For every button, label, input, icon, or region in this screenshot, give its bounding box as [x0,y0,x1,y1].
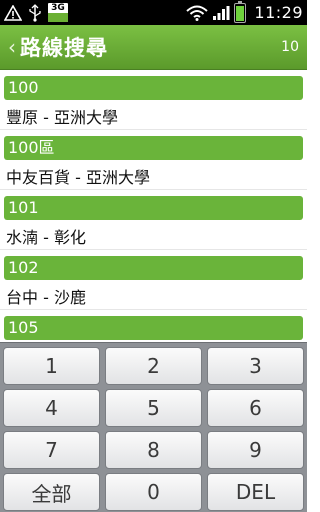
route-description: 台中 - 沙鹿 [6,288,86,307]
key-4[interactable]: 4 [3,389,100,427]
route-description: 水湳 - 彰化 [6,228,86,247]
warning-icon [4,3,22,23]
back-chevron-icon[interactable]: ‹ [8,35,16,59]
key-6[interactable]: 6 [207,389,304,427]
route-count: 10 [281,39,299,55]
numeric-keypad: 1 2 3 4 5 6 7 8 9 全部 0 DEL [0,342,307,512]
key-7[interactable]: 7 [3,431,100,469]
signal-icon [212,3,230,23]
delete-button[interactable]: DEL [207,473,304,511]
3g-icon: 3G [48,3,68,23]
route-description: 中友百貨 - 亞洲大學 [6,168,150,187]
route-number: 105 [4,316,303,340]
usb-icon [28,3,42,23]
wifi-icon [186,3,209,23]
list-item[interactable]: 100 豐原 - 亞洲大學 [0,70,307,130]
key-5[interactable]: 5 [105,389,202,427]
key-9[interactable]: 9 [207,431,304,469]
key-2[interactable]: 2 [105,347,202,385]
list-item[interactable]: 102 台中 - 沙鹿 [0,250,307,310]
route-number: 101 [4,196,303,220]
title-bar: ‹ 路線搜尋 10 [0,25,307,70]
clock: 11:29 [254,3,303,22]
list-item[interactable]: 105 [0,310,307,342]
route-number: 100 [4,76,303,100]
key-8[interactable]: 8 [105,431,202,469]
key-0[interactable]: 0 [105,473,202,511]
page-title: 路線搜尋 [20,36,108,60]
route-number: 102 [4,256,303,280]
route-list[interactable]: 100 豐原 - 亞洲大學 100區 中友百貨 - 亞洲大學 101 水湳 - … [0,70,307,342]
show-all-button[interactable]: 全部 [3,473,100,511]
key-3[interactable]: 3 [207,347,304,385]
route-number: 100區 [4,136,303,160]
network-label: 3G [51,3,65,13]
route-description: 豐原 - 亞洲大學 [6,108,118,127]
list-item[interactable]: 100區 中友百貨 - 亞洲大學 [0,130,307,190]
status-bar: 3G 11:29 [0,0,307,25]
key-1[interactable]: 1 [3,347,100,385]
battery-icon [234,0,247,23]
list-item[interactable]: 101 水湳 - 彰化 [0,190,307,250]
